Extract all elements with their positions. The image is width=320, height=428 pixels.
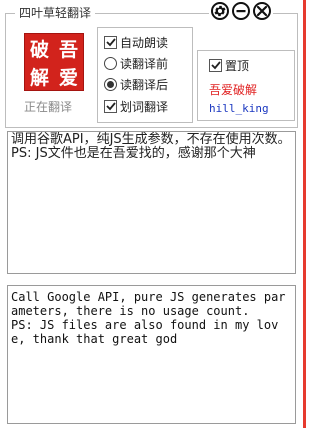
close-icon xyxy=(257,6,267,16)
status-text: 正在翻译 xyxy=(24,100,73,114)
checkbox-checked-icon xyxy=(104,99,117,113)
logo-char: 破 xyxy=(29,38,49,61)
window-right-border xyxy=(303,0,306,428)
pin-label: 置顶 xyxy=(225,58,250,73)
word-translate-checkbox[interactable]: 划词翻译 xyxy=(104,98,168,114)
gear-icon xyxy=(214,5,226,17)
read-options-panel: 自动朗读 读翻译前 读翻译后 划词翻译 xyxy=(97,27,193,123)
source-textbox[interactable]: 调用谷歌API，纯JS生成参数，不存在使用次数。PS: JS文件也是在吾爱找的，… xyxy=(7,131,296,274)
read-before-label: 读翻译前 xyxy=(120,56,169,71)
settings-button[interactable] xyxy=(211,2,229,20)
app-logo: 破 吾 解 爱 xyxy=(24,33,84,91)
window-title: 四叶草轻翻译 xyxy=(15,6,96,20)
logo-char: 解 xyxy=(29,66,49,89)
close-button[interactable] xyxy=(253,2,271,20)
auto-read-label: 自动朗读 xyxy=(120,35,169,50)
read-after-label: 读翻译后 xyxy=(120,77,169,92)
side-panel: 置顶 吾爱破解 hill_king xyxy=(197,50,295,121)
window-controls xyxy=(209,2,273,20)
pin-checkbox[interactable]: 置顶 xyxy=(209,57,249,73)
radio-icon xyxy=(104,56,117,70)
minus-icon xyxy=(236,10,246,13)
credit-site-link[interactable]: 吾爱破解 xyxy=(209,81,257,98)
translation-textbox[interactable]: Call Google API, pure JS generates param… xyxy=(7,285,296,424)
minimize-button[interactable] xyxy=(232,2,250,20)
checkbox-checked-icon xyxy=(104,35,117,49)
credit-author: hill_king xyxy=(209,102,269,115)
auto-read-checkbox[interactable]: 自动朗读 xyxy=(104,34,168,50)
radio-selected-icon xyxy=(104,77,117,91)
word-translate-label: 划词翻译 xyxy=(120,99,169,114)
logo-char: 吾 xyxy=(58,38,78,61)
read-after-radio[interactable]: 读翻译后 xyxy=(104,76,168,92)
checkbox-checked-icon xyxy=(209,58,222,72)
logo-char: 爱 xyxy=(58,66,78,89)
read-before-radio[interactable]: 读翻译前 xyxy=(104,55,168,71)
